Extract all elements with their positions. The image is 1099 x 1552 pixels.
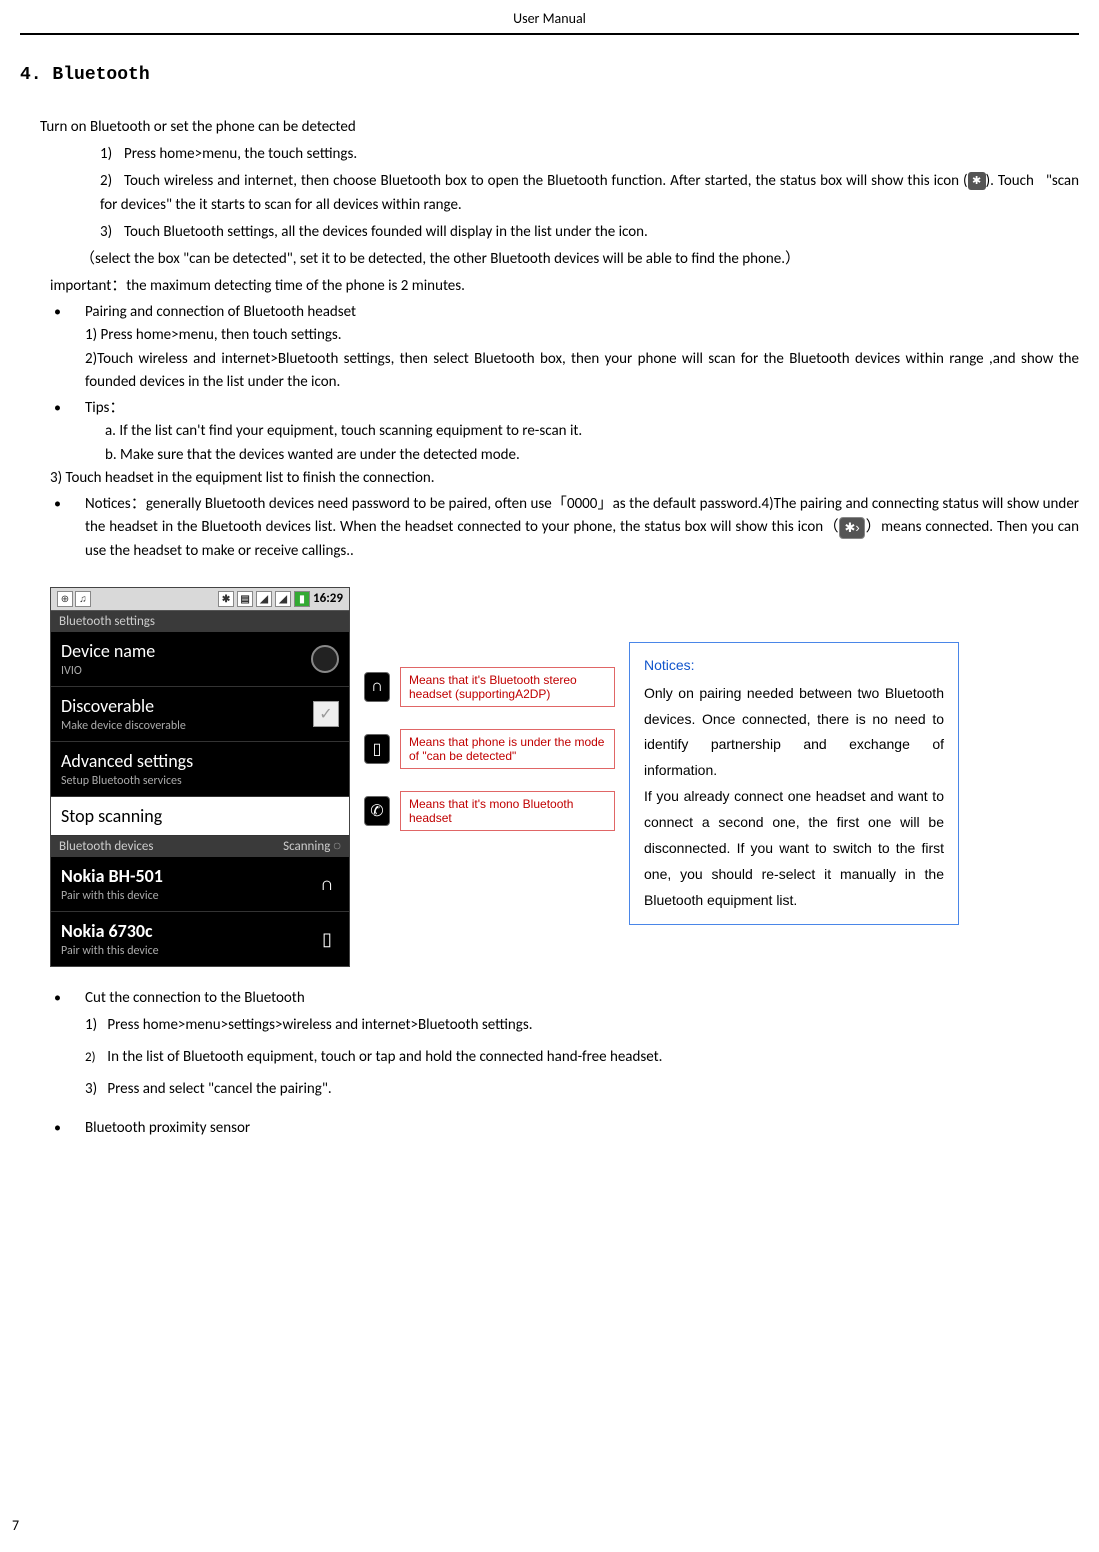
step-2a-text: Touch wireless and internet, then choose… [124,172,968,190]
tips-after: 3) Touch headset in the equipment list t… [50,467,1079,490]
notices-title: Notices： [85,495,146,513]
menu-sub: IVIO [61,664,155,678]
select-note: （select the box "can be detected", set i… [80,247,1079,271]
handset-icon: ✆ [364,796,390,826]
callout-1: Means that it's Bluetooth stereo headset… [400,667,615,707]
tips-title: Tips： [85,399,124,417]
device-sub: Pair with this device [61,889,163,903]
device-item-1[interactable]: Nokia BH-501 Pair with this device ∩ [51,857,349,912]
phone-icon: ▯ [315,927,339,951]
callout-3: Means that it's mono Bluetooth headset [400,791,615,831]
menu-advanced[interactable]: Advanced settings Setup Bluetooth servic… [51,742,349,797]
callouts-column: ∩ Means that it's Bluetooth stereo heads… [364,667,615,831]
menu-sub: Make device discoverable [61,719,186,733]
menu-device-name[interactable]: Device name IVIO [51,632,349,687]
device-title: Nokia BH-501 [61,865,163,887]
notices-box-title: Notices: [644,653,944,679]
section-title: 4. Bluetooth [20,65,1079,85]
notices-box-body: Only on pairing needed between two Bluet… [644,681,944,914]
step-1: 1)Press home>menu, the touch settings. [100,142,1079,166]
menu-title: Discoverable [61,695,186,717]
bullet-tips: Tips： a. If the list can't find your equ… [50,397,1079,490]
devices-header-right: Scanning ◌ [283,839,341,854]
device-title: Nokia 6730c [61,920,159,942]
battery-icon: ▮ [294,591,310,607]
step-3: 3)Touch Bluetooth settings, all the devi… [100,220,1079,244]
devices-header: Bluetooth devices Scanning ◌ [51,836,349,857]
menu-title: Stop scanning [61,805,162,827]
status-bar: ⊕ ♫ ✱ ▤ ◢ ◢ ▮ 16:29 [51,588,349,610]
checkbox-icon[interactable]: ✓ [313,701,339,727]
bullet-pairing: Pairing and connection of Bluetooth head… [50,301,1079,394]
section-name: Bluetooth [52,65,149,85]
page-header: User Manual [20,0,1079,33]
sim-icon: ▤ [237,591,253,607]
proximity-title: Bluetooth proximity sensor [85,1119,250,1137]
bullet-cut: Cut the connection to the Bluetooth [50,987,1079,1010]
signal-icon: ◢ [256,591,272,607]
tips-item-a: a. If the list can't find your equipment… [105,420,1079,443]
menu-title: Device name [61,640,155,662]
signal-icon: ◢ [275,591,291,607]
section-number: 4. [20,65,42,85]
cut-step-3: 3) Press and select "cancel the pairing"… [85,1077,1079,1101]
notices-box: Notices: Only on pairing needed between … [629,642,959,925]
step-3-text: Touch Bluetooth settings, all the device… [124,223,648,241]
devices-header-left: Bluetooth devices [59,839,154,854]
callout-2: Means that phone is under the mode of "c… [400,729,615,769]
bluetooth-status-icon: ✱ [218,591,234,607]
bullet-notices: Notices：generally Bluetooth devices need… [50,493,1079,563]
settings-header: Bluetooth settings [51,610,349,632]
menu-discoverable[interactable]: Discoverable Make device discoverable ✓ [51,687,349,742]
device-sub: Pair with this device [61,944,159,958]
menu-sub: Setup Bluetooth services [61,774,193,788]
phone-icon: ▯ [364,734,390,764]
status-icon: ♫ [75,591,91,607]
bluetooth-icon: ✱ [968,172,986,190]
pairing-title: Pairing and connection of Bluetooth head… [85,303,356,321]
headphones-icon: ∩ [364,672,390,702]
header-divider [20,33,1079,35]
bluetooth-connected-icon: ✱› [839,517,865,539]
tips-item-b: b. Make sure that the devices wanted are… [105,444,1079,467]
status-icon: ⊕ [57,591,73,607]
cut-title: Cut the connection to the Bluetooth [85,989,305,1007]
status-time: 16:29 [313,591,343,606]
intro-text: Turn on Bluetooth or set the phone can b… [40,115,1079,139]
device-item-2[interactable]: Nokia 6730c Pair with this device ▯ [51,912,349,966]
phone-screenshot: ⊕ ♫ ✱ ▤ ◢ ◢ ▮ 16:29 Bluetooth settings D… [50,587,350,967]
pairing-step-1: 1) Press home>menu, then touch settings. [85,324,1079,347]
cut-step-2: 2) In the list of Bluetooth equipment, t… [85,1045,1079,1069]
bullet-proximity: Bluetooth proximity sensor [50,1117,1079,1140]
menu-title: Advanced settings [61,750,193,772]
cut-step-1: 1) Press home>menu>settings>wireless and… [85,1013,1079,1037]
page-number: 7 [12,1517,19,1534]
radio-icon[interactable] [311,645,339,673]
headphones-icon: ∩ [315,872,339,896]
pairing-step-2: 2)Touch wireless and internet>Bluetooth … [85,348,1079,395]
step-2: 2)Touch wireless and internet, then choo… [100,169,1079,217]
menu-stop-scanning[interactable]: Stop scanning [51,797,349,836]
step-1-text: Press home>menu, the touch settings. [124,145,357,163]
important-note: important：the maximum detecting time of … [50,274,1079,298]
